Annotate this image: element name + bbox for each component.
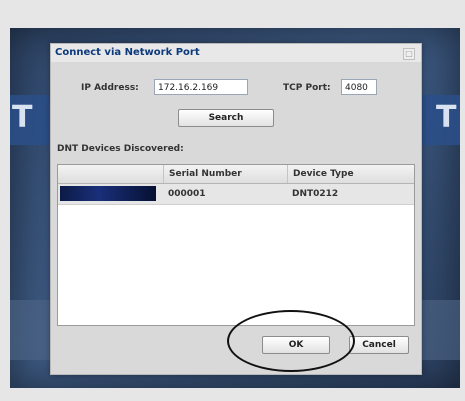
ip-address-label: IP Address: (81, 83, 139, 93)
cell-name (58, 184, 163, 204)
close-icon[interactable]: □ (403, 48, 415, 60)
search-button[interactable]: Search (178, 109, 274, 127)
cancel-button[interactable]: Cancel (349, 336, 409, 354)
cell-serial: 000001 (168, 189, 206, 199)
background-text-left: T (12, 100, 37, 135)
devices-table: Serial Number Device Type 000001 DNT0212 (57, 164, 415, 326)
background-text-right: T (436, 100, 461, 135)
column-header-type[interactable]: Device Type (287, 165, 414, 183)
table-header: Serial Number Device Type (58, 165, 414, 184)
tcp-port-field[interactable]: 4080 (341, 79, 377, 95)
column-header-serial[interactable]: Serial Number (163, 165, 287, 183)
dialog-titlebar[interactable]: Connect via Network Port □ (51, 44, 421, 62)
table-row[interactable]: 000001 DNT0212 (58, 184, 414, 205)
devices-discovered-label: DNT Devices Discovered: (57, 144, 184, 154)
tcp-port-label: TCP Port: (283, 83, 331, 93)
ip-address-field[interactable]: 172.16.2.169 (154, 79, 248, 95)
column-header-name[interactable] (58, 165, 163, 183)
dialog-title: Connect via Network Port (55, 47, 200, 58)
highlight-circle-annotation (227, 310, 355, 372)
cell-device-type: DNT0212 (292, 189, 339, 199)
